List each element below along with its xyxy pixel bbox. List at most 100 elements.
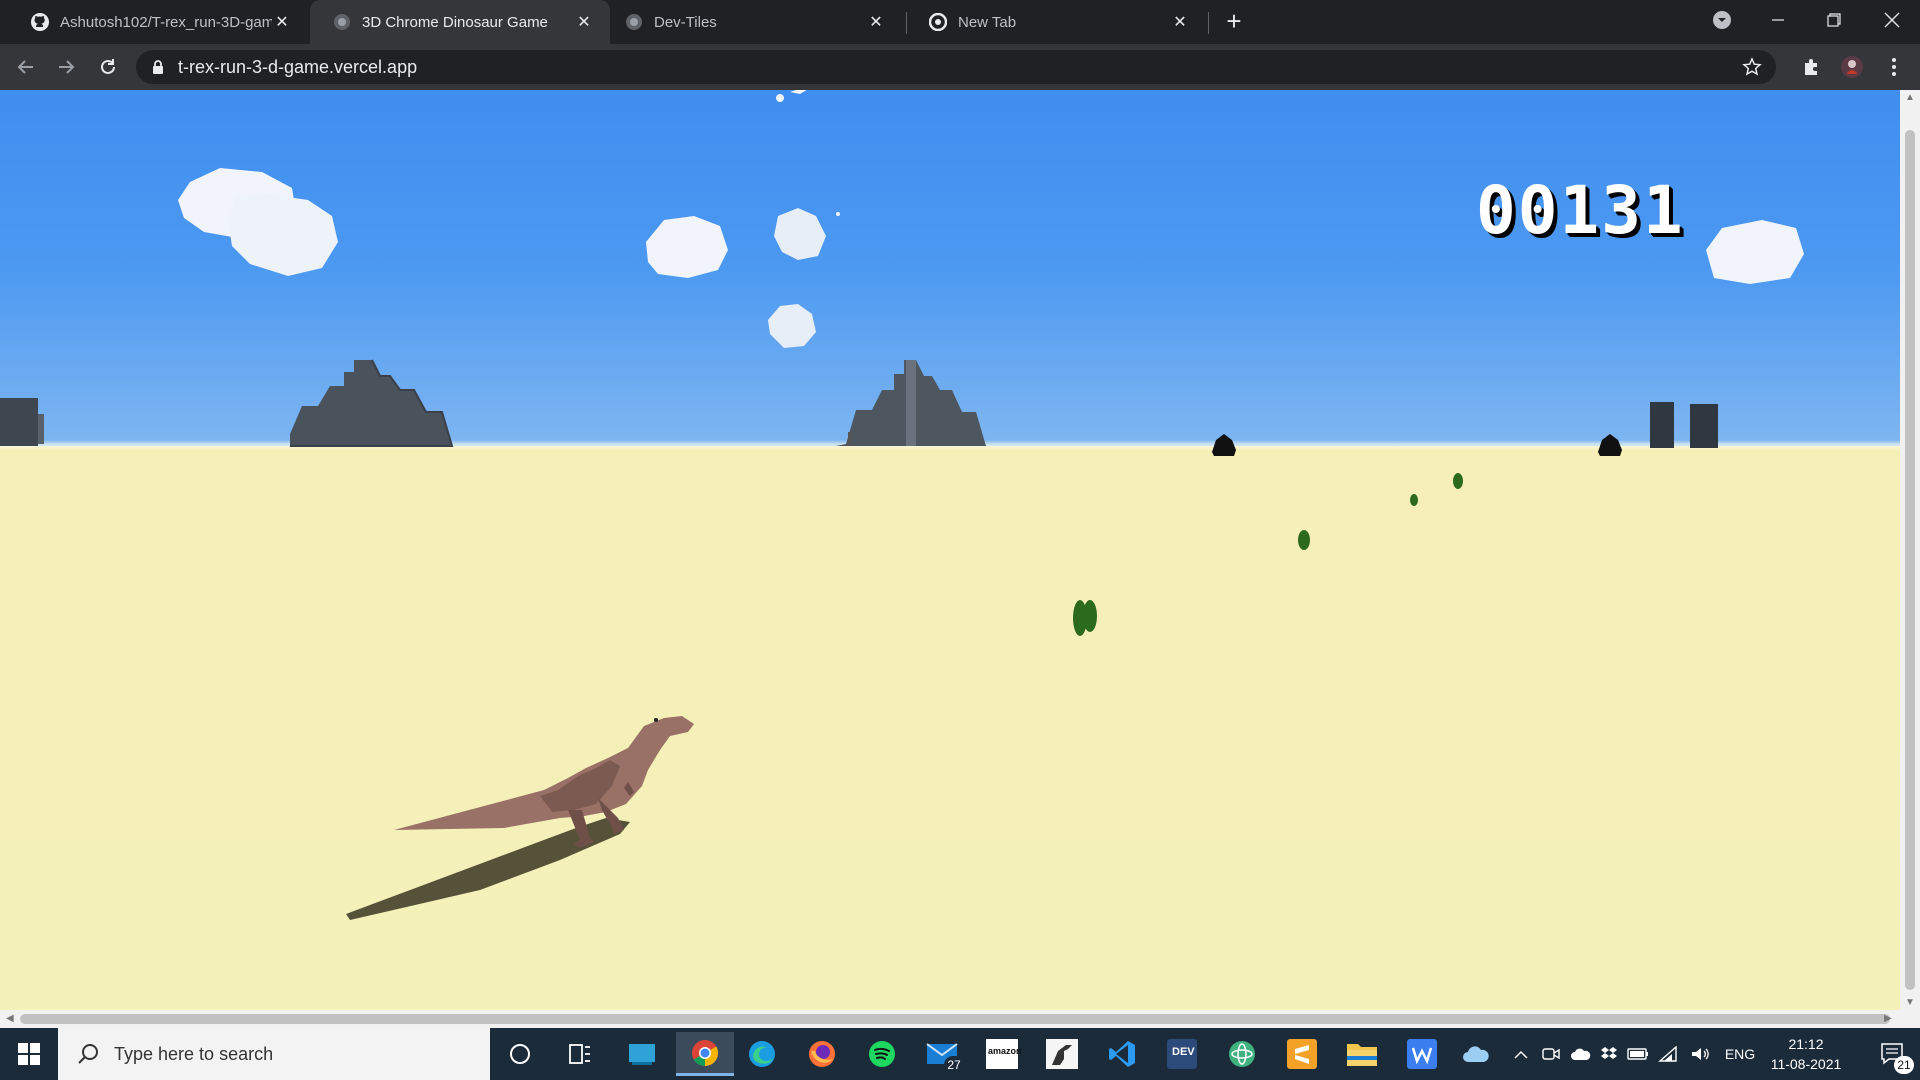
- ruin-left: [0, 398, 44, 446]
- file-explorer-icon: [1347, 1044, 1377, 1066]
- reload-button[interactable]: [92, 51, 124, 83]
- taskbar-app-vscode[interactable]: [1096, 1032, 1148, 1076]
- browser-toolbar: t-rex-run-3-d-game.vercel.app: [0, 44, 1920, 90]
- menu-button[interactable]: [1878, 51, 1910, 83]
- close-tab-icon[interactable]: ✕: [272, 12, 292, 32]
- firefox-icon: [809, 1041, 835, 1067]
- scroll-left-arrow-icon[interactable]: ◀: [6, 1013, 14, 1024]
- scroll-up-arrow-icon[interactable]: ▲: [1905, 92, 1915, 103]
- onedrive-weather-icon[interactable]: [1458, 1028, 1494, 1080]
- globe-icon: [332, 12, 352, 32]
- taskbar-app-firefox[interactable]: [796, 1032, 848, 1076]
- taskbar-app-dino[interactable]: [1036, 1032, 1088, 1076]
- back-arrow-icon: [17, 60, 33, 74]
- puzzle-icon: [1805, 59, 1817, 75]
- search-placeholder: Type here to search: [114, 1043, 274, 1064]
- reload-icon: [101, 59, 115, 74]
- close-tab-icon[interactable]: ✕: [1170, 12, 1190, 32]
- task-view-icon: [569, 1044, 590, 1064]
- vertical-scrollbar[interactable]: ▲ ▼: [1900, 90, 1920, 1010]
- extensions-button[interactable]: [1796, 51, 1828, 83]
- avatar: [1841, 56, 1863, 78]
- dropbox-icon[interactable]: [1596, 1028, 1622, 1080]
- new-tab-button[interactable]: +: [1220, 8, 1248, 36]
- wifi-icon[interactable]: [1654, 1028, 1682, 1080]
- taskbar-app-explorer[interactable]: [1336, 1032, 1388, 1076]
- taskbar-app-sublime[interactable]: [1276, 1032, 1328, 1076]
- close-icon: [1884, 12, 1900, 28]
- taskbar-app-mail[interactable]: 27: [916, 1032, 968, 1076]
- tab-title: 3D Chrome Dinosaur Game: [362, 13, 548, 31]
- tab-title: New Tab: [958, 13, 1017, 31]
- cloud-sync-icon[interactable]: [1568, 1028, 1594, 1080]
- profile-button[interactable]: [1836, 51, 1868, 83]
- github-icon: [30, 12, 50, 32]
- cortana-button[interactable]: [494, 1032, 546, 1076]
- close-window-button[interactable]: [1864, 0, 1920, 40]
- taskbar-app-edge[interactable]: [736, 1032, 788, 1076]
- taskbar-search-box[interactable]: Type here to search: [58, 1028, 490, 1080]
- search-icon: [78, 1044, 98, 1064]
- lock-icon[interactable]: [150, 59, 166, 75]
- system-clock[interactable]: 21:12 11-08-2021: [1766, 1034, 1846, 1074]
- taskbar-app-wps[interactable]: [1396, 1032, 1448, 1076]
- score-counter: 00131: [1476, 172, 1685, 249]
- back-button[interactable]: [10, 51, 42, 83]
- restore-icon: [1827, 13, 1841, 27]
- minimize-icon: [1772, 19, 1784, 21]
- action-center-button[interactable]: 21: [1866, 1028, 1920, 1080]
- volume-icon[interactable]: [1686, 1028, 1714, 1080]
- clock-date: 11-08-2021: [1770, 1056, 1842, 1072]
- globe-icon: [624, 12, 644, 32]
- meet-now-icon[interactable]: [1538, 1028, 1564, 1080]
- dev-label: DEV: [1172, 1046, 1195, 1058]
- start-button[interactable]: [0, 1028, 58, 1080]
- notification-count-badge: 21: [1894, 1056, 1914, 1074]
- edge-icon: [749, 1041, 775, 1067]
- forward-button[interactable]: [50, 51, 82, 83]
- mail-unread-badge: 27: [944, 1056, 964, 1074]
- amazon-label: amazon: [988, 1046, 1022, 1056]
- spotify-icon: [869, 1041, 895, 1067]
- minimize-button[interactable]: [1750, 0, 1806, 40]
- taskbar-app-atom[interactable]: [1216, 1032, 1268, 1076]
- taskbar-app-dev[interactable]: DEV: [1156, 1032, 1208, 1076]
- bookmark-star-icon[interactable]: [1742, 57, 1762, 77]
- tab-github[interactable]: Ashutosh102/T-rex_run-3D-game ✕: [8, 0, 308, 44]
- horizontal-scrollbar[interactable]: ◀ ▶: [0, 1010, 1920, 1028]
- restore-button[interactable]: [1806, 0, 1862, 40]
- language-indicator[interactable]: ENG: [1718, 1028, 1762, 1080]
- wps-icon: [1407, 1039, 1437, 1069]
- desktop-app-icon: [629, 1044, 655, 1065]
- taskbar-app-amazon[interactable]: amazon: [976, 1032, 1028, 1076]
- show-hidden-icons-button[interactable]: [1508, 1028, 1534, 1080]
- game-canvas[interactable]: 00131: [0, 90, 1900, 1010]
- tab-search-button[interactable]: [1694, 0, 1750, 40]
- horizontal-scroll-thumb[interactable]: [20, 1014, 1890, 1024]
- tab-dino-game[interactable]: 3D Chrome Dinosaur Game ✕: [310, 0, 610, 44]
- close-tab-icon[interactable]: ✕: [866, 12, 886, 32]
- tab-title: Dev-Tiles: [654, 13, 717, 31]
- taskbar-app-chrome[interactable]: [676, 1032, 734, 1076]
- taskbar-app-spotify[interactable]: [856, 1032, 908, 1076]
- chevron-down-icon: [1713, 11, 1731, 29]
- atom-icon: [1229, 1041, 1255, 1067]
- cactus: [1073, 473, 1463, 636]
- chrome-icon: [692, 1039, 719, 1066]
- scroll-right-arrow-icon[interactable]: ▶: [1884, 1013, 1892, 1024]
- tab-dev-tiles[interactable]: Dev-Tiles ✕: [602, 0, 902, 44]
- battery-icon[interactable]: [1624, 1028, 1652, 1080]
- forward-arrow-icon: [59, 60, 75, 74]
- kebab-menu-icon: [1892, 58, 1896, 76]
- url-text: t-rex-run-3-d-game.vercel.app: [178, 57, 418, 77]
- scroll-down-arrow-icon[interactable]: ▼: [1905, 997, 1915, 1008]
- vertical-scroll-thumb[interactable]: [1905, 130, 1915, 990]
- taskbar-app-desktop[interactable]: [616, 1032, 668, 1076]
- task-view-button[interactable]: [554, 1032, 606, 1076]
- sublime-icon: [1287, 1039, 1317, 1069]
- address-bar[interactable]: t-rex-run-3-d-game.vercel.app: [136, 50, 1776, 84]
- close-tab-icon[interactable]: ✕: [574, 12, 594, 32]
- tab-new-tab[interactable]: New Tab ✕: [906, 0, 1206, 44]
- tab-strip: Ashutosh102/T-rex_run-3D-game ✕ 3D Chrom…: [0, 0, 1920, 44]
- dinosaur-player: [394, 716, 694, 848]
